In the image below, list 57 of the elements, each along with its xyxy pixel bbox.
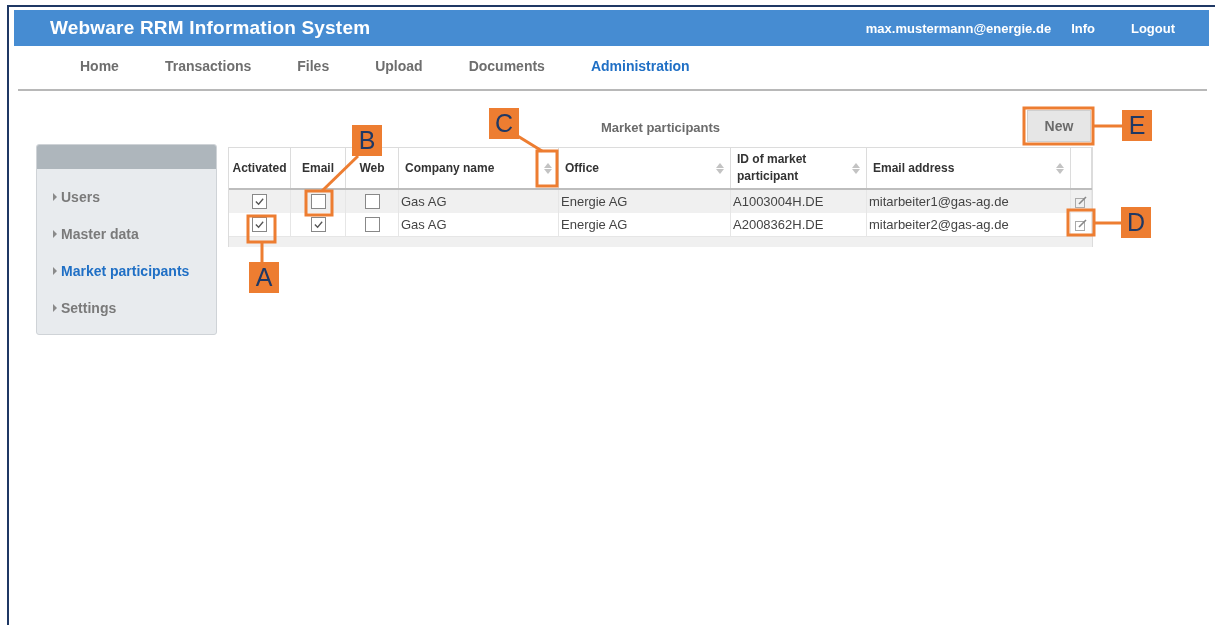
header-link[interactable]: Info: [1071, 20, 1095, 36]
column-header: ID of market participant: [737, 151, 808, 185]
user-email: max.mustermann@energie.de: [865, 20, 1052, 36]
column-header: Activated: [232, 159, 287, 177]
sidebar-item[interactable]: Users: [53, 189, 216, 205]
highlight-frame: [535, 149, 559, 188]
checkbox[interactable]: [252, 194, 267, 209]
edit-icon[interactable]: [1074, 194, 1088, 209]
table-cell: Energie AG: [561, 194, 628, 209]
callout-label: C: [489, 108, 519, 139]
highlight-frame: [1066, 208, 1096, 237]
table-cell: A1003004H.DE: [733, 194, 824, 209]
app-title: Webware RRM Information System: [50, 17, 371, 39]
table-cell: mitarbeiter2@gas-ag.de: [869, 217, 1009, 232]
nav-tab[interactable]: Upload: [375, 58, 423, 76]
table-cell: Gas AG: [401, 194, 447, 209]
nav-tab[interactable]: Transactions: [164, 58, 252, 76]
leader-line: [1093, 124, 1122, 128]
nav-tab[interactable]: Documents: [468, 58, 545, 76]
checkbox[interactable]: [310, 194, 326, 209]
table-cell: A2008362H.DE: [733, 217, 824, 232]
leader-line: [1094, 221, 1121, 225]
nav-tab[interactable]: Files: [297, 58, 330, 76]
caret-icon: [53, 193, 57, 201]
sidebar-item[interactable]: Master data: [53, 226, 216, 242]
callout-label: E: [1122, 110, 1152, 141]
caret-icon: [53, 267, 57, 275]
checkmark-icon: [254, 219, 265, 230]
column-header: Web: [359, 159, 385, 177]
new-button[interactable]: New: [1027, 110, 1091, 142]
column-header: Email: [302, 159, 334, 177]
section-title: Market participants: [600, 119, 721, 135]
sidebar-item[interactable]: Market participants: [53, 263, 216, 279]
checkmark-icon: [254, 196, 265, 207]
callout-label: B: [352, 125, 382, 156]
callout-label: A: [249, 262, 279, 293]
column-header: Company name: [405, 159, 495, 177]
checkbox[interactable]: [310, 217, 326, 232]
header-link[interactable]: Logout: [1130, 20, 1175, 36]
nav-tab[interactable]: Home: [80, 58, 119, 76]
caret-icon: [53, 304, 57, 312]
checkbox[interactable]: [364, 194, 380, 209]
highlight-frame: [246, 214, 277, 244]
table-cell: mitarbeiter1@gas-ag.de: [869, 194, 1009, 209]
column-header: Office: [565, 159, 599, 177]
caret-icon: [53, 230, 57, 238]
edit-icon[interactable]: [1074, 217, 1088, 232]
nav-tab[interactable]: Administration: [590, 58, 690, 76]
callout-label: D: [1121, 207, 1151, 238]
table-cell: Gas AG: [401, 217, 447, 232]
column-header: Email address: [873, 159, 955, 177]
leader-line: [260, 242, 264, 262]
table-cell: Energie AG: [561, 217, 628, 232]
highlight-frame: [304, 189, 334, 217]
checkbox[interactable]: [364, 217, 380, 232]
sidebar-item[interactable]: Settings: [53, 300, 216, 316]
checkmark-icon: [312, 219, 324, 230]
